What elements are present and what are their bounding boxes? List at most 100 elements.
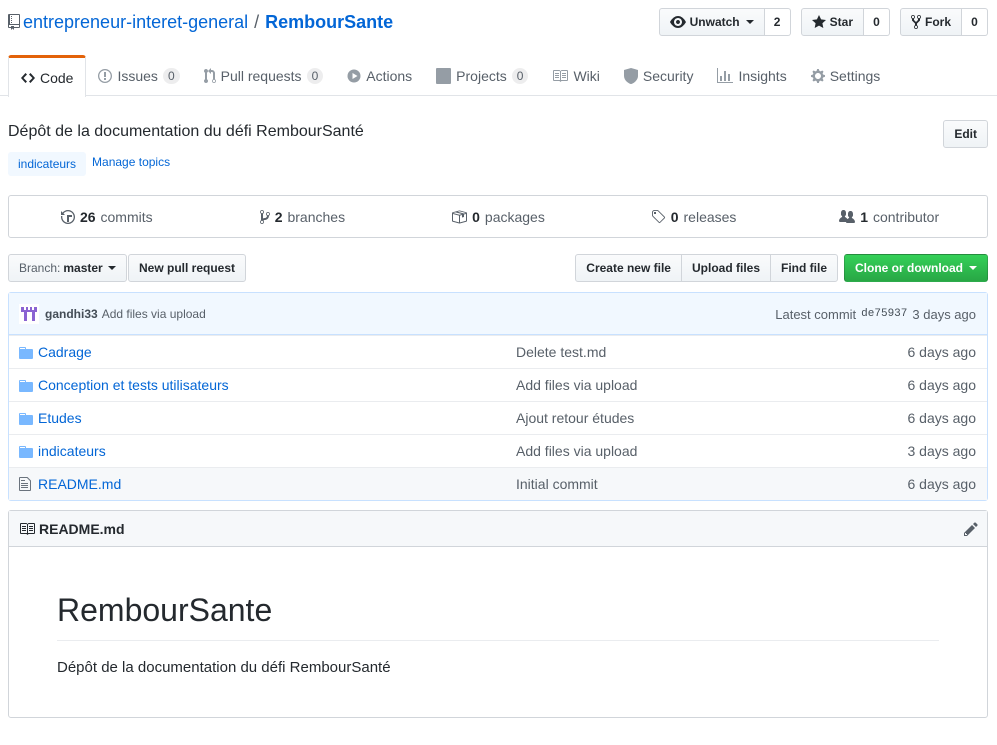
fork-button[interactable]: Fork <box>899 8 962 36</box>
chevron-down-icon <box>969 266 977 270</box>
tab-label: Issues <box>117 67 158 84</box>
folder-icon <box>19 443 35 459</box>
star-button[interactable]: Star <box>800 8 864 36</box>
people-icon <box>839 209 856 225</box>
file-age: 6 days ago <box>907 476 977 492</box>
commit-message[interactable]: Add files via upload <box>102 307 206 321</box>
tab-projects[interactable]: Projects 0 <box>424 55 540 96</box>
stars-count[interactable]: 0 <box>863 8 890 36</box>
file-name-link[interactable]: indicateurs <box>38 443 513 459</box>
code-icon <box>21 70 35 86</box>
releases-count: 0 <box>670 208 679 225</box>
tab-settings[interactable]: Settings <box>799 55 893 96</box>
find-file-button[interactable]: Find file <box>770 254 838 282</box>
commit-tease: gandhi33 Add files via upload Latest com… <box>9 293 987 335</box>
star-label: Star <box>829 15 853 29</box>
readme-filename: README.md <box>39 520 125 537</box>
latest-commit-label: Latest commit <box>775 306 857 322</box>
file-icon <box>19 476 35 492</box>
file-age: 6 days ago <box>907 377 977 393</box>
clone-label: Clone or download <box>855 261 963 275</box>
tab-pull-requests[interactable]: Pull requests 0 <box>192 55 336 96</box>
eye-icon <box>669 14 686 30</box>
tab-insights[interactable]: Insights <box>705 55 798 96</box>
branches-count: 2 <box>274 208 283 225</box>
readme-panel: README.md RembourSante Dépôt de la docum… <box>8 510 988 718</box>
upload-files-button[interactable]: Upload files <box>680 254 771 282</box>
project-icon <box>436 67 452 84</box>
commits-label: commits <box>100 208 153 225</box>
file-commit-message[interactable]: Add files via upload <box>516 443 637 459</box>
history-icon <box>60 209 75 225</box>
commit-age: 3 days ago <box>912 306 976 322</box>
forks-count[interactable]: 0 <box>962 8 988 36</box>
contributors-link[interactable]: 1 contributor <box>791 196 987 237</box>
file-commit-message[interactable]: Add files via upload <box>516 377 637 393</box>
play-icon <box>347 68 361 84</box>
tab-security[interactable]: Security <box>612 55 706 96</box>
file-commit-message[interactable]: Ajout retour études <box>516 410 634 426</box>
avatar[interactable] <box>19 303 39 324</box>
file-name-link[interactable]: README.md <box>38 476 513 492</box>
branches-label: branches <box>287 208 346 225</box>
packages-label: packages <box>484 208 545 225</box>
numbers-summary: 26 commits 2 branches 0 packages 0 relea… <box>8 195 988 238</box>
list-item: Etudes Ajout retour études 6 days ago <box>9 401 987 434</box>
watchers-count[interactable]: 2 <box>764 8 791 36</box>
create-new-file-button[interactable]: Create new file <box>575 254 682 282</box>
pull-requests-counter: 0 <box>306 67 324 84</box>
commits-link[interactable]: 26 commits <box>9 196 205 237</box>
issues-counter: 0 <box>162 67 180 84</box>
topics: indicateurs Manage topics <box>8 152 170 176</box>
chevron-down-icon <box>107 266 116 270</box>
readme-header: README.md <box>9 511 987 547</box>
unwatch-button[interactable]: Unwatch <box>658 8 765 36</box>
fork-icon <box>910 14 921 30</box>
tab-label: Wiki <box>573 67 600 84</box>
pencil-icon[interactable] <box>964 521 978 537</box>
list-item: indicateurs Add files via upload 3 days … <box>9 434 987 467</box>
tab-label: Projects <box>456 67 507 84</box>
watch-group: Unwatch 2 <box>658 8 791 36</box>
manage-topics-link[interactable]: Manage topics <box>92 155 170 169</box>
repo-name-link[interactable]: RembourSante <box>265 12 393 33</box>
repo-owner-link[interactable]: entrepreneur-interet-general <box>23 12 248 33</box>
packages-link[interactable]: 0 packages <box>400 196 596 237</box>
gear-icon <box>810 68 825 84</box>
branch-select-button[interactable]: Branch: master <box>8 254 127 282</box>
folder-icon <box>19 377 35 393</box>
tab-label: Settings <box>829 67 881 84</box>
branch-icon <box>259 209 270 225</box>
new-pull-request-button[interactable]: New pull request <box>128 254 247 282</box>
tab-wiki[interactable]: Wiki <box>540 55 611 96</box>
tab-issues[interactable]: Issues 0 <box>86 55 191 96</box>
branches-link[interactable]: 2 branches <box>205 196 401 237</box>
file-age: 3 days ago <box>907 443 977 459</box>
file-actions: Create new file Upload files Find file C… <box>575 254 988 282</box>
list-item: README.md Initial commit 6 days ago <box>9 467 987 500</box>
file-name-link[interactable]: Cadrage <box>38 344 513 360</box>
branch-value: master <box>63 261 103 275</box>
file-name-link[interactable]: Conception et tests utilisateurs <box>38 377 513 393</box>
commit-sha[interactable]: de75937 <box>861 308 907 320</box>
topic-tag[interactable]: indicateurs <box>8 152 87 176</box>
edit-description-button[interactable]: Edit <box>943 120 988 148</box>
book-icon <box>19 521 35 537</box>
graph-icon <box>717 67 734 84</box>
unwatch-label: Unwatch <box>689 15 740 29</box>
tab-code[interactable]: Code <box>8 55 87 97</box>
repo-icon <box>8 14 20 30</box>
file-name-link[interactable]: Etudes <box>38 410 513 426</box>
clone-or-download-button[interactable]: Clone or download <box>844 254 988 282</box>
pull-request-icon <box>203 67 216 84</box>
star-icon <box>811 14 826 30</box>
file-commit-message[interactable]: Initial commit <box>516 476 598 492</box>
shield-icon <box>623 67 638 84</box>
readme-title: RembourSante <box>57 547 939 641</box>
releases-link[interactable]: 0 releases <box>596 196 792 237</box>
tag-icon <box>651 209 666 225</box>
commit-author[interactable]: gandhi33 <box>45 307 98 321</box>
tab-actions[interactable]: Actions <box>335 55 424 96</box>
repo-title: entrepreneur-interet-general / RembourSa… <box>8 9 393 35</box>
file-commit-message[interactable]: Delete test.md <box>516 344 606 360</box>
